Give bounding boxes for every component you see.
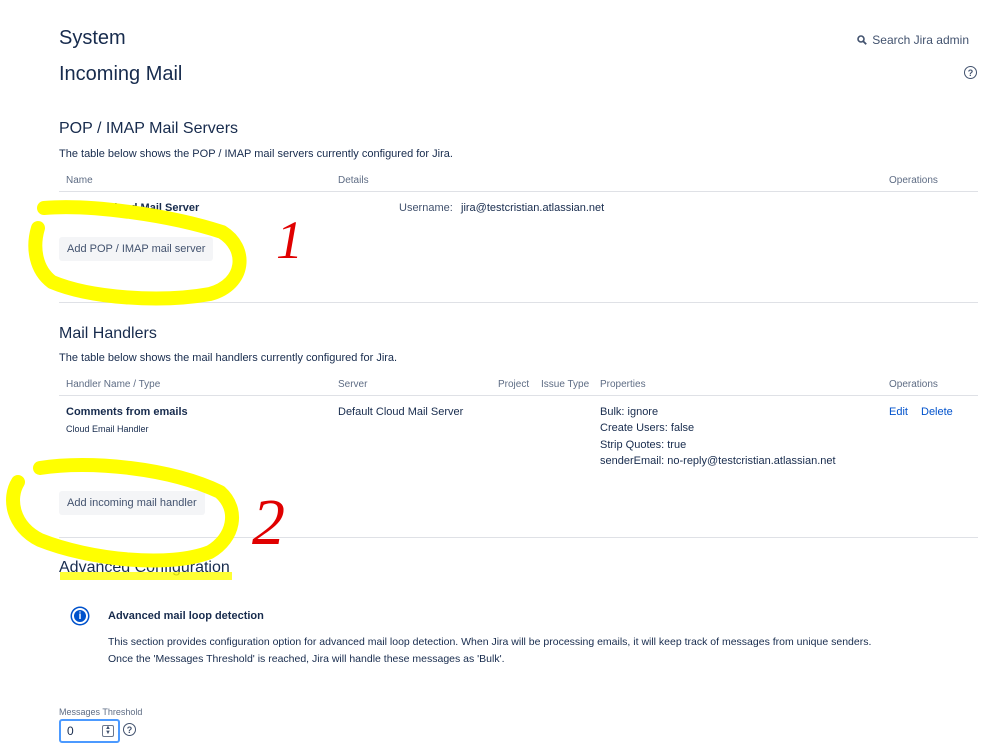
col-operations: Operations [889, 175, 938, 186]
handler-type: Cloud Email Handler [66, 424, 149, 434]
mail-servers-heading: POP / IMAP Mail Servers [59, 120, 239, 137]
section-divider [59, 537, 978, 538]
edit-handler-link[interactable]: Edit [889, 406, 908, 418]
section-divider [59, 302, 978, 303]
threshold-label: Messages Threshold [59, 707, 143, 717]
handler-property: Strip Quotes: true [600, 439, 687, 451]
search-label: Search Jira admin [872, 33, 969, 47]
handler-property: Create Users: false [600, 422, 695, 434]
annotation-marker-1: 1 [276, 210, 303, 270]
col-issue-type: Issue Type [541, 379, 590, 390]
search-icon [857, 35, 868, 45]
mail-server-name: Default Cloud Mail Server [66, 202, 200, 214]
col-project: Project [498, 379, 530, 390]
page-title: System [59, 27, 126, 49]
mail-servers-description: The table below shows the POP / IMAP mai… [59, 148, 453, 160]
annotation-marker-2: 2 [252, 486, 285, 559]
col-server: Server [338, 379, 368, 390]
threshold-help-icon[interactable]: ? [123, 723, 136, 736]
mail-handlers-description: The table below shows the mail handlers … [59, 352, 398, 364]
handler-property: senderEmail: no-reply@testcristian.atlas… [600, 455, 836, 467]
stepper-arrows-icon[interactable]: ▲ ▼ [102, 725, 114, 737]
col-name: Name [66, 175, 93, 186]
col-details: Details [338, 175, 369, 186]
table-divider [59, 191, 978, 192]
add-mail-server-button[interactable]: Add POP / IMAP mail server [59, 237, 214, 261]
col-handler: Handler Name / Type [66, 379, 161, 390]
search-jira-admin-link[interactable]: Search Jira admin [857, 33, 969, 47]
help-icon[interactable]: ? [964, 66, 977, 79]
mail-handlers-heading: Mail Handlers [59, 325, 157, 342]
col-properties: Properties [600, 379, 646, 390]
handler-property: Bulk: ignore [600, 406, 659, 418]
handler-name: Comments from emails [66, 406, 188, 418]
info-icon: i [72, 608, 88, 624]
add-mail-handler-button[interactable]: Add incoming mail handler [59, 491, 205, 515]
page-subtitle: Incoming Mail [59, 63, 183, 85]
advanced-config-heading: Advanced Configuration [59, 559, 230, 576]
handler-server: Default Cloud Mail Server [338, 406, 464, 418]
threshold-value: 0 [67, 724, 74, 738]
table-divider [59, 395, 978, 396]
info-line-2: Once the 'Messages Threshold' is reached… [108, 653, 505, 665]
col-handler-operations: Operations [889, 379, 938, 390]
info-line-1: This section provides configuration opti… [108, 636, 872, 648]
mail-server-username-label: Username: [399, 202, 453, 214]
info-title: Advanced mail loop detection [108, 610, 264, 622]
mail-server-username-value: jira@testcristian.atlassian.net [461, 202, 605, 214]
delete-handler-link[interactable]: Delete [921, 406, 953, 418]
info-text: This section provides configuration opti… [108, 634, 968, 668]
threshold-input[interactable]: 0 ▲ ▼ [59, 719, 120, 743]
